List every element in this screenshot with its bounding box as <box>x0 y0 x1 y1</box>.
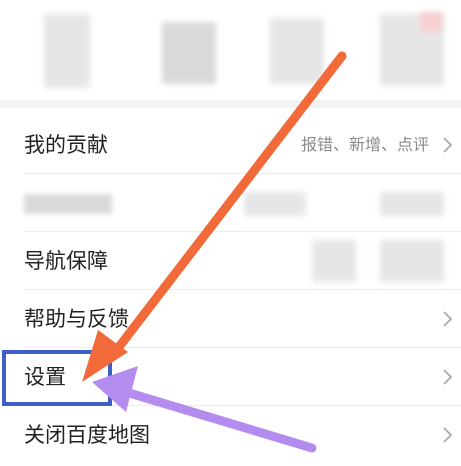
menu-item-label: 导航保障 <box>24 249 108 273</box>
chevron-right-icon <box>443 137 453 153</box>
blurred-detail <box>380 240 444 282</box>
menu-item-label: 关闭百度地图 <box>24 423 150 447</box>
chevron-right-icon <box>443 369 453 385</box>
blurred-badge <box>420 12 442 32</box>
contribution-detail: 报错、新增、点评 <box>300 135 429 154</box>
menu-item-label: 我的贡献 <box>24 133 108 157</box>
chevron-right-icon <box>443 427 453 443</box>
menu-item-close-baidu-map[interactable]: 关闭百度地图 <box>0 406 461 464</box>
blurred-quick-action[interactable] <box>270 18 324 84</box>
blurred-quick-action[interactable] <box>44 14 90 88</box>
settings-highlight-box <box>2 350 112 406</box>
menu-item-blurred[interactable] <box>0 174 461 232</box>
section-separator <box>0 100 461 108</box>
menu-item-label: 帮助与反馈 <box>24 307 129 331</box>
quick-actions-bar <box>0 0 461 108</box>
menu-item-my-contribution[interactable]: 我的贡献 报错、新增、点评 <box>0 116 461 174</box>
blurred-quick-action[interactable] <box>162 22 216 84</box>
menu-item-navigation-protection[interactable]: 导航保障 <box>0 232 461 290</box>
blurred-detail <box>380 192 444 216</box>
blurred-label <box>24 194 112 214</box>
blurred-detail <box>244 192 306 216</box>
blurred-detail <box>312 240 356 282</box>
chevron-right-icon <box>443 311 453 327</box>
menu-item-help-feedback[interactable]: 帮助与反馈 <box>0 290 461 348</box>
